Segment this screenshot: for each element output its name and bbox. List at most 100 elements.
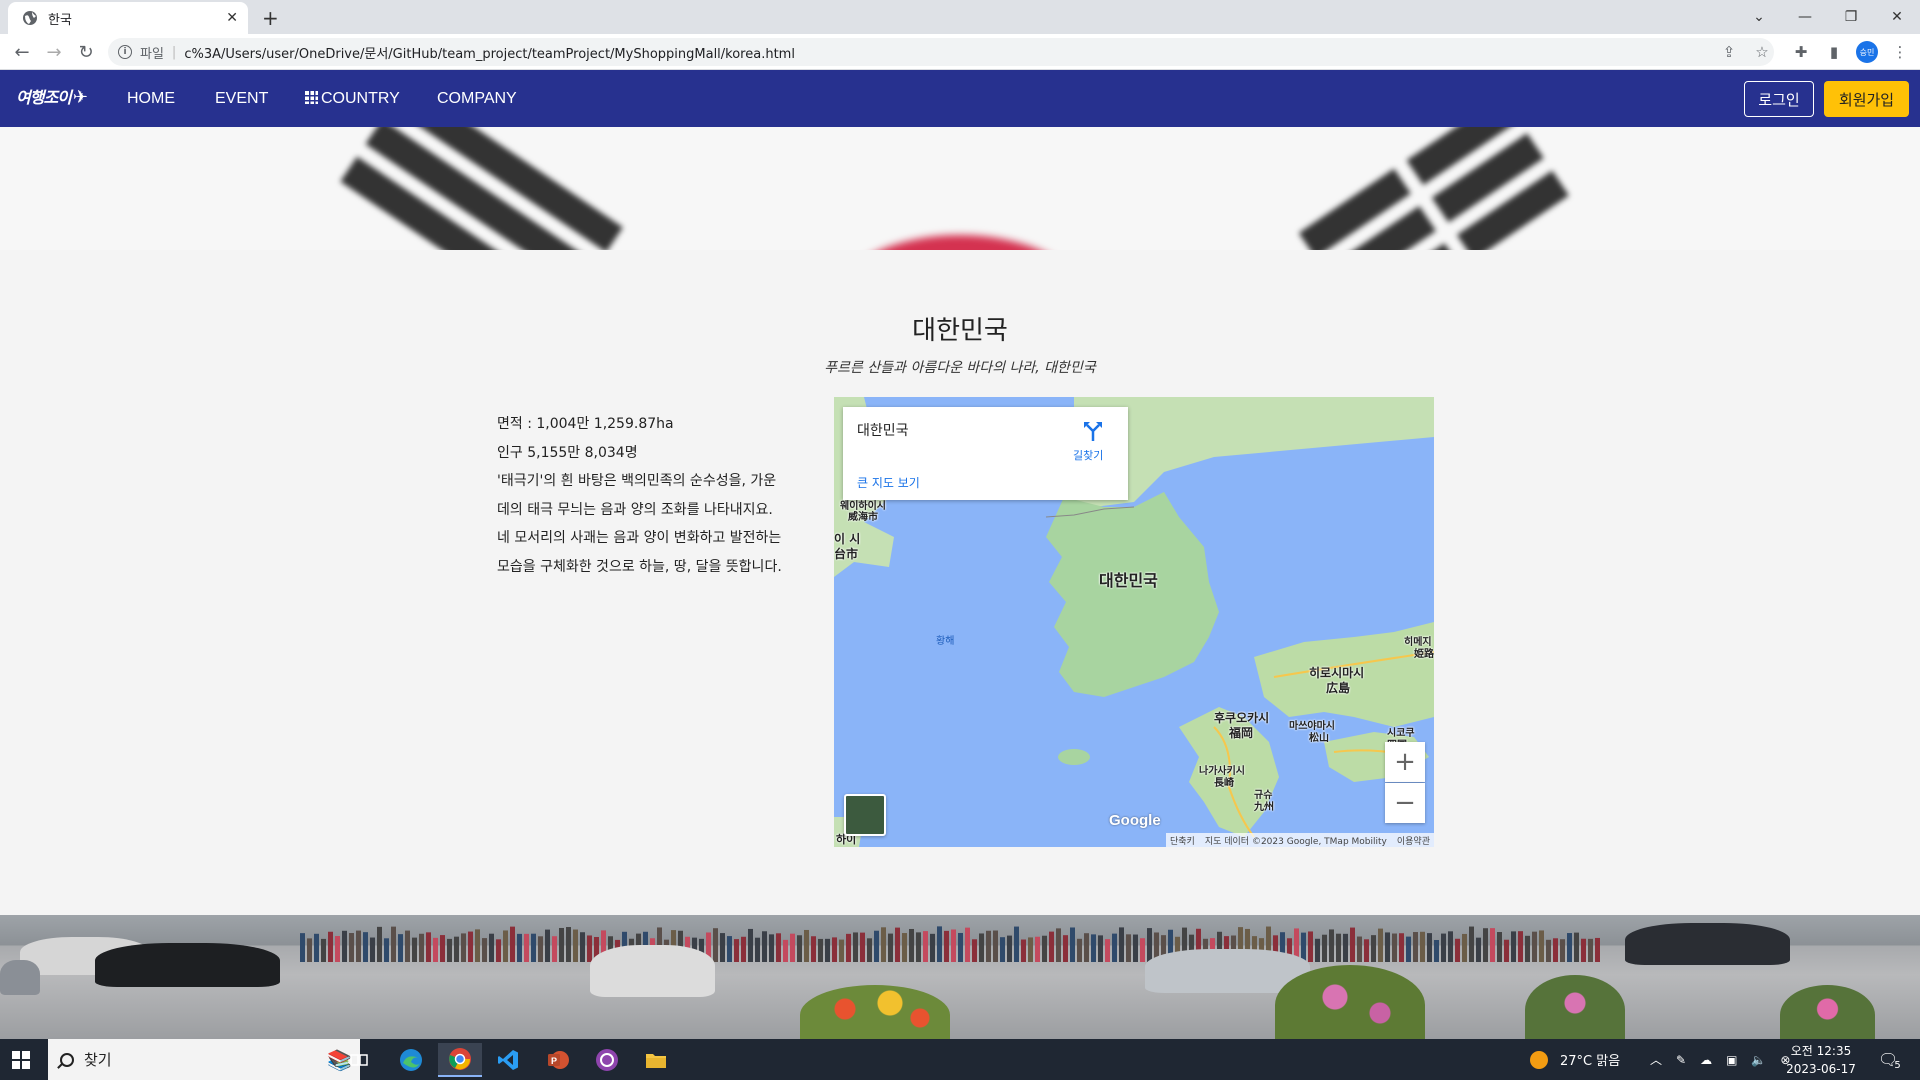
browser-menu-icon[interactable]: ⋮ [1890,42,1910,62]
pen-icon[interactable]: ✎ [1676,1053,1686,1067]
chrome-browser-icon[interactable] [438,1043,482,1077]
tab-title: 한국 [48,12,72,28]
nav-company[interactable]: COMPANY [437,90,517,108]
trigram-right [1298,127,1569,250]
signup-button[interactable]: 회원가입 [1824,81,1909,117]
map-label-yellow-sea: 황해 [936,636,955,647]
attrib-terms[interactable]: 이용약관 [1397,834,1430,847]
logo-text: 여행조이 [16,88,72,107]
map-label-weihai-kanji: 威海市 [848,512,878,523]
map-label-taian-kanji: 台市 [834,547,859,561]
site-navbar: 여행조이 ✈ HOME EVENT COUNTRY COMPANY 로그인 회원가… [0,70,1920,127]
area-text: 면적 : 1,004만 1,259.87ha [497,416,674,432]
taskbar-clock[interactable]: 오전 12:35 2023-06-17 [1786,1042,1856,1078]
attrib-data: 지도 데이터 ©2023 Google, TMap Mobility [1204,836,1387,847]
zoom-in-button[interactable]: + [1385,742,1425,782]
share-icon[interactable]: ⇪ [1719,42,1739,62]
population-text: 인구 5,155만 8,034명 [497,444,638,461]
larger-map-link[interactable]: 큰 지도 보기 [857,474,920,491]
profile-avatar[interactable]: 승민 [1856,41,1878,63]
file-explorer-icon[interactable] [634,1043,678,1077]
car [0,960,40,995]
extensions-icon[interactable]: ✚ [1791,42,1811,62]
windows-taskbar: 찾기 📚 P 27°C 맑음 ︿ ✎ ☁ ▣ 🔈 ⊗ 오전 12:35 2023… [0,1039,1920,1080]
flower-bed [1275,965,1425,1039]
forward-icon[interactable]: → [42,40,66,64]
page-subtitle: 푸르른 산들과 아름다운 바다의 나라, 대한민국 [824,360,1096,376]
directions-icon[interactable] [1081,419,1105,443]
map-place-card: 대한민국 길찾기 큰 지도 보기 [843,407,1128,500]
window-close-icon[interactable]: ✕ [1874,0,1920,34]
map-label-korea: 대한민국 [1099,571,1158,590]
taskbar-search-placeholder: 찾기 [84,1051,112,1069]
google-logo: Google [1109,812,1161,829]
back-icon[interactable]: ← [10,40,34,64]
description-line: 네 모서리의 사괘는 음과 양이 변화하고 발전하는 [497,530,782,546]
map-label-nagasaki-kanji: 長崎 [1214,778,1234,789]
edge-browser-icon[interactable] [389,1043,433,1077]
clock-date: 2023-06-17 [1786,1062,1856,1076]
weather-text: 27°C 맑음 [1560,1054,1621,1069]
hero-banner [0,127,1920,250]
map-label-matsuyama-kanji: 松山 [1309,733,1329,744]
directions-link[interactable]: 길찾기 [1073,447,1103,463]
flower-bed [1525,975,1625,1039]
satellite-layer-toggle[interactable] [844,794,886,836]
description-line: 데의 태극 무늬는 음과 양의 조화를 나타내지요. [497,501,773,518]
browser-tabbar: 한국 ✕ + ⌄ — ❐ ✕ [0,0,1920,34]
main-content: 대한민국 푸르른 산들과 아름다운 바다의 나라, 대한민국 면적 : 1,00… [0,250,1920,915]
cloud-icon[interactable]: ☁ [1700,1053,1712,1067]
new-tab-icon[interactable]: + [262,6,279,30]
site-logo[interactable]: 여행조이 ✈ [16,84,88,108]
address-separator: | [171,44,177,60]
taskbar-search[interactable]: 찾기 📚 [48,1039,360,1080]
map-label-fukuoka-kanji: 福岡 [1229,726,1254,740]
network-icon[interactable]: ▣ [1726,1053,1737,1067]
minimize-icon[interactable]: — [1782,0,1828,34]
taeguk-circle [840,235,1080,250]
tab-search-icon[interactable]: ⌄ [1736,0,1782,34]
chevron-up-icon[interactable]: ︿ [1650,1051,1662,1068]
attrib-shortcuts[interactable]: 단축키 [1170,834,1195,847]
windows-start-icon[interactable] [12,1051,30,1069]
flower-bed [800,985,950,1039]
country-info: 면적 : 1,004만 1,259.87ha 인구 5,155만 8,034명 … [497,410,827,581]
address-bar[interactable]: i 파일 | c%3A/Users/user/OneDrive/문서/GitHu… [108,38,1774,66]
map-label-kyushu-kanji: 九州 [1254,802,1274,813]
footer-photo [0,915,1920,1039]
powerpoint-icon[interactable]: P [536,1043,580,1077]
tab-close-icon[interactable]: ✕ [226,10,238,26]
volume-icon[interactable]: 🔈 [1751,1053,1766,1067]
weather-widget[interactable]: 27°C 맑음 [1530,1039,1620,1080]
reload-icon[interactable]: ↻ [74,40,98,64]
map-label-hiroshima-kanji: 広島 [1326,681,1351,695]
flower-bed [1780,985,1875,1039]
vscode-icon[interactable] [486,1043,530,1077]
browser-tab-active[interactable]: 한국 ✕ [8,2,248,34]
nav-country[interactable]: COUNTRY [305,90,400,108]
address-scheme: 파일 [140,46,164,62]
description-line: 모습을 구체화한 것으로 하늘, 땅, 달을 뜻합니다. [497,558,782,575]
nav-home[interactable]: HOME [127,90,175,108]
zoom-out-button[interactable]: − [1385,783,1425,823]
nav-event[interactable]: EVENT [215,90,268,108]
site-info-icon[interactable]: i [118,45,132,59]
search-icon [60,1052,74,1067]
sun-icon [1530,1050,1548,1069]
task-view-icon[interactable] [337,1043,381,1077]
car [590,945,715,997]
side-panel-icon[interactable]: ▮ [1824,42,1844,62]
bookmark-star-icon[interactable]: ☆ [1752,42,1772,62]
notification-center[interactable]: 🗨 5 [1878,1039,1901,1080]
github-desktop-icon[interactable] [585,1043,629,1077]
map-attribution: 단축키 지도 데이터 ©2023 Google, TMap Mobility 이… [1165,833,1434,847]
google-map[interactable]: 대한민국 황해 히로시마시 広島 후쿠오카시 福岡 마쓰야마시 松山 나가사키시… [834,397,1434,847]
login-button[interactable]: 로그인 [1744,81,1814,117]
clock-time: 오전 12:35 [1790,1044,1852,1058]
map-label-himeji-kanji: 姫路 [1414,649,1434,660]
car [95,943,280,987]
description-line: '태극기'의 흰 바탕은 백의민족의 순수성을, 가운 [497,473,777,489]
restore-icon[interactable]: ❐ [1828,0,1874,34]
grid-icon [305,91,318,104]
airplane-icon: ✈ [72,87,88,108]
